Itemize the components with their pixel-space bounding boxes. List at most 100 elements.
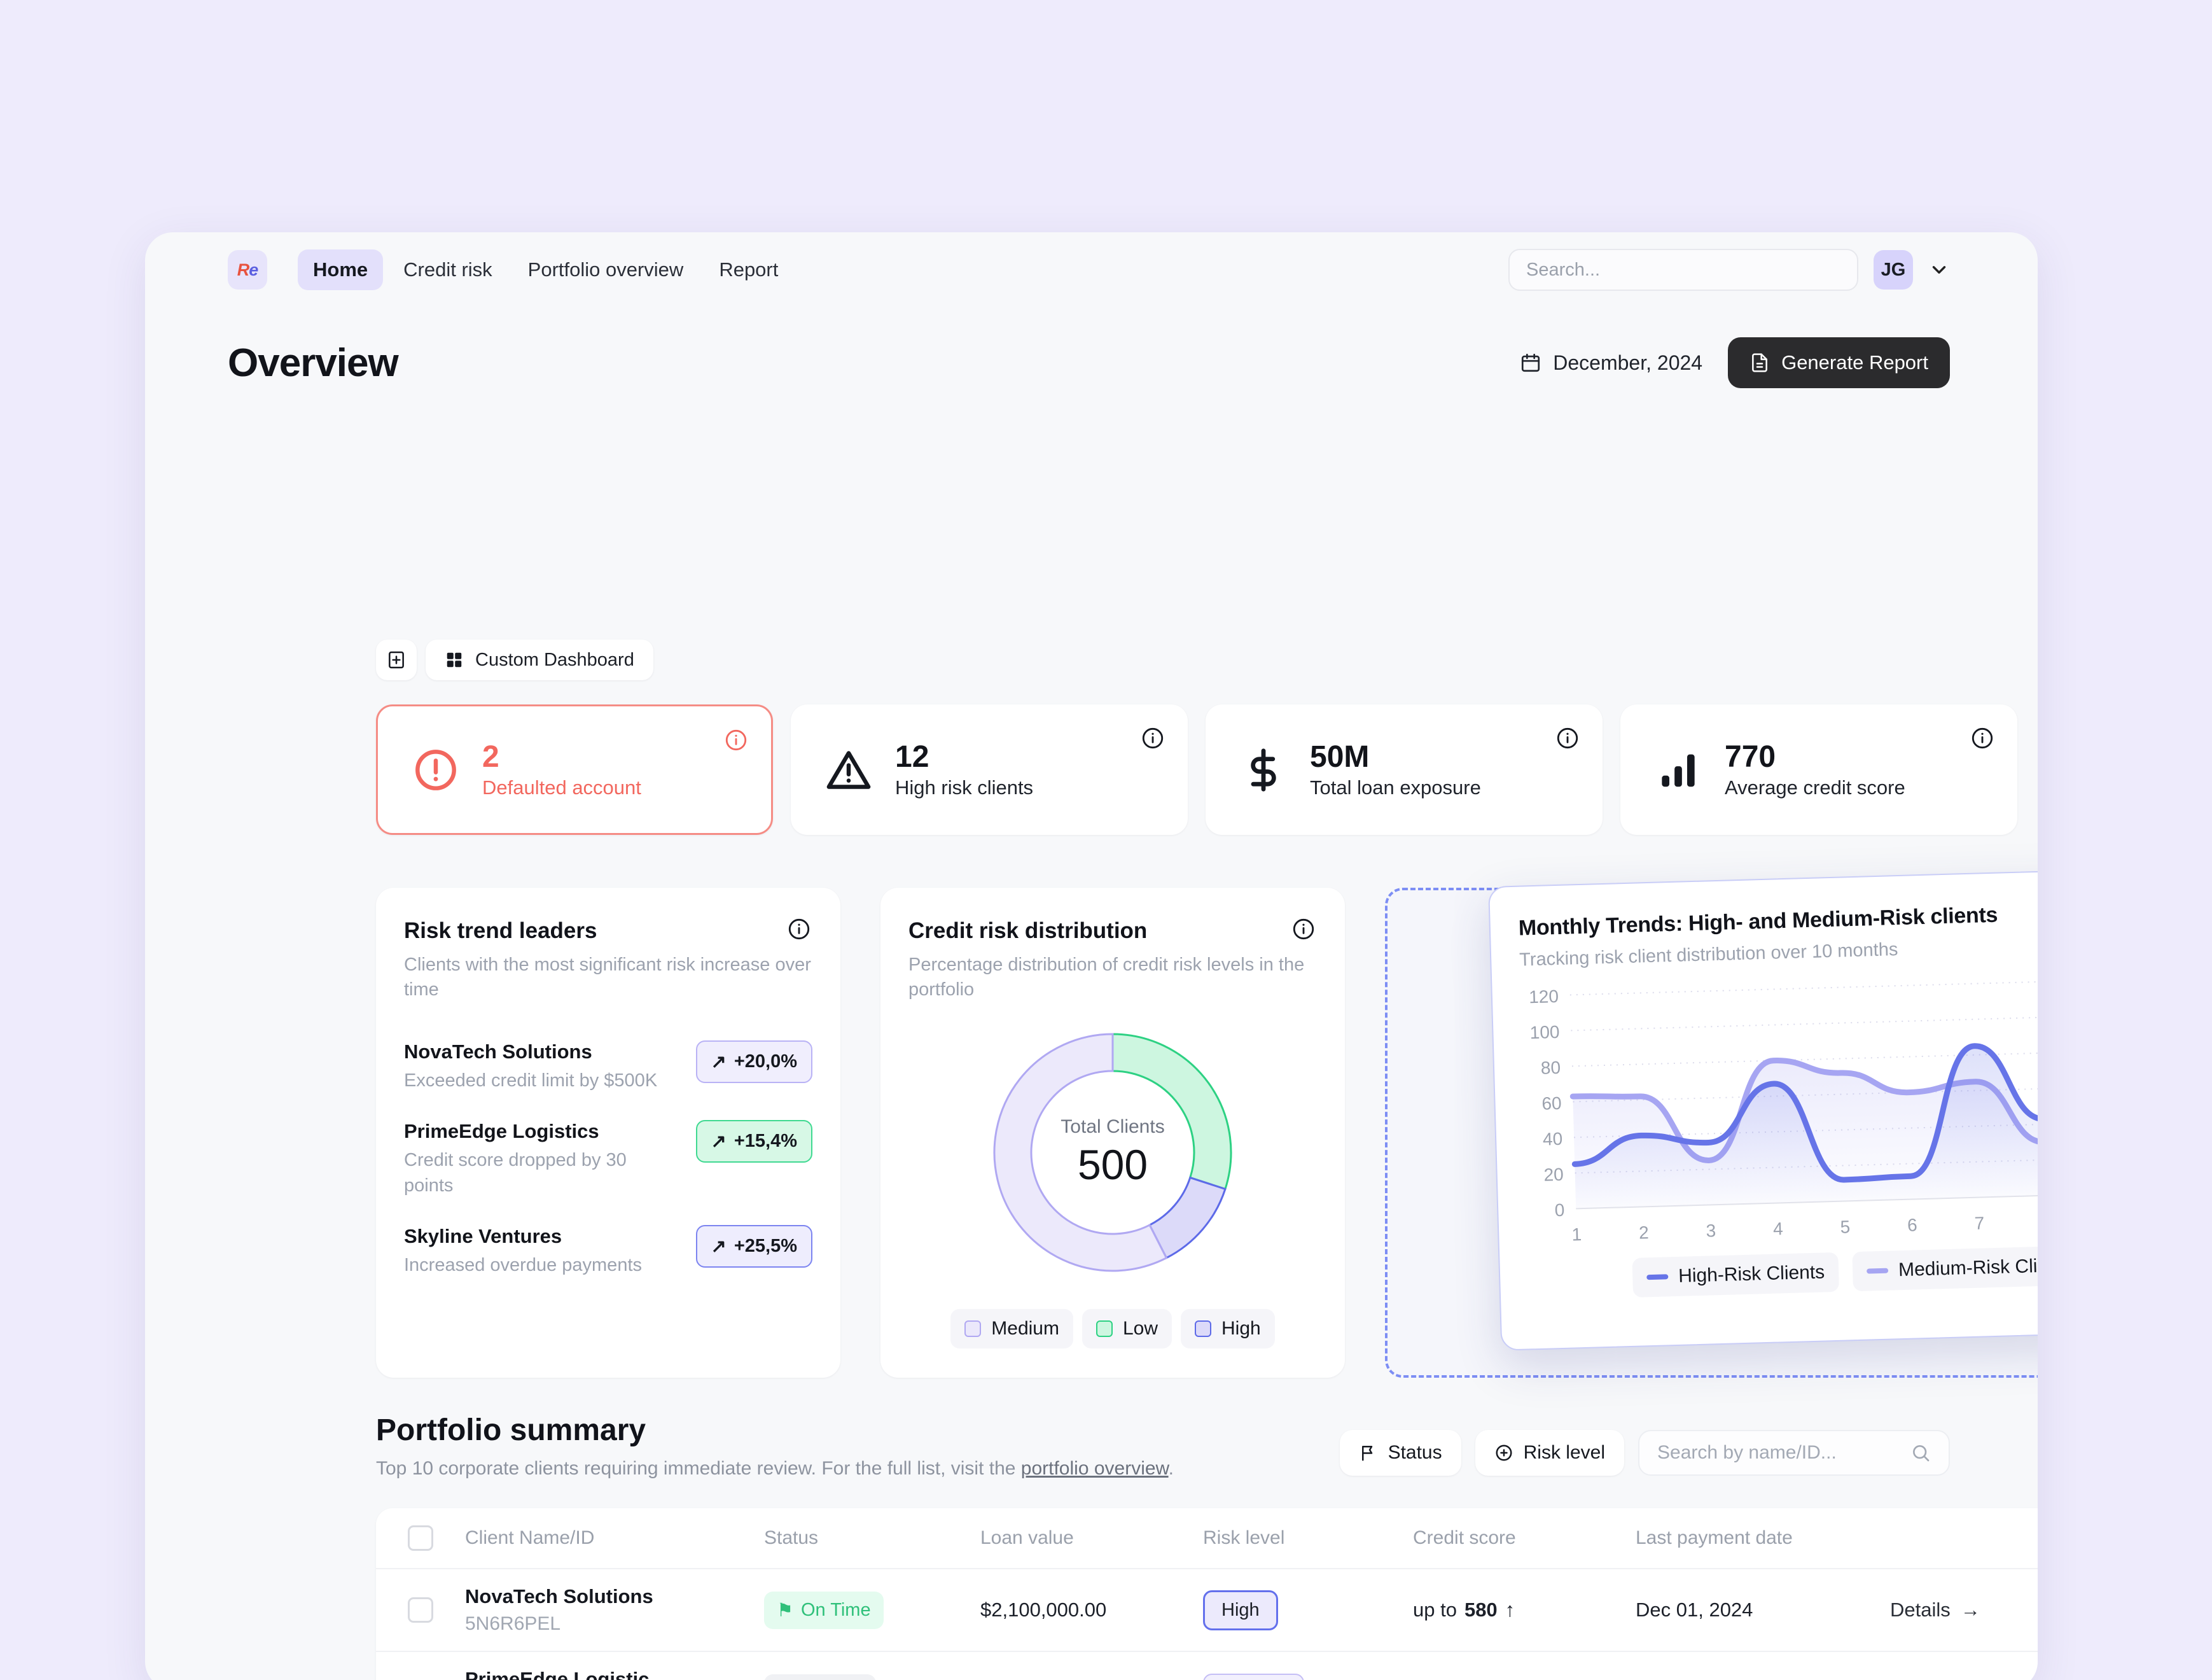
column-header-last-payment[interactable]: Last payment date — [1636, 1527, 1890, 1549]
nav-item-home[interactable]: Home — [298, 249, 384, 290]
risk-trend-list: NovaTech Solutions Exceeded credit limit… — [404, 1040, 812, 1278]
legend-item-high[interactable]: High — [1181, 1309, 1275, 1349]
kpi-label: Average credit score — [1725, 776, 1905, 799]
portfolio-overview-link[interactable]: portfolio overview — [1021, 1458, 1169, 1479]
list-item[interactable]: PrimeEdge Logistics Credit score dropped… — [404, 1120, 812, 1198]
list-item[interactable]: NovaTech Solutions Exceeded credit limit… — [404, 1040, 812, 1093]
bar-chart-icon — [1651, 748, 1706, 792]
info-icon[interactable] — [1141, 726, 1165, 750]
kpi-label: High risk clients — [895, 776, 1034, 799]
delta-badge: ↗ +15,4% — [695, 1120, 812, 1163]
loan-value: $2,100,000.00 — [980, 1599, 1107, 1621]
kpi-label: Total loan exposure — [1310, 776, 1481, 799]
x-axis-tick: 6 — [1907, 1215, 1917, 1235]
line-area-chart: 02040608010012012345678910 — [1520, 971, 2038, 1257]
table-row[interactable]: NovaTech Solutions 5N6R6PEL ⚑ On Time $2… — [376, 1569, 2038, 1652]
table-search-input[interactable]: Search by name/ID... — [1638, 1430, 1950, 1476]
kpi-card-total-loan-exposure[interactable]: 50M Total loan exposure — [1206, 704, 1603, 835]
risk-badge: Medium — [1203, 1673, 1305, 1680]
client-name: PrimeEdge Logistic — [465, 1668, 650, 1680]
x-axis-tick: 3 — [1706, 1221, 1716, 1240]
client-note: Exceeded credit limit by $500K — [404, 1070, 658, 1091]
app-logo[interactable]: Re — [228, 250, 267, 290]
search-icon — [1910, 1443, 1931, 1463]
table-row[interactable]: PrimeEdge Logistic 3XWS7W9L ⚑ Paid off $… — [376, 1652, 2038, 1680]
kpi-card-defaulted-account[interactable]: 2 Defaulted account — [376, 704, 773, 835]
risk-badge: High — [1203, 1590, 1278, 1630]
section-title: Portfolio summary — [376, 1413, 646, 1447]
legend-label: Medium-Risk Clients — [1898, 1254, 2038, 1281]
custom-dashboard-tab[interactable]: Custom Dashboard — [426, 640, 653, 680]
legend-label: Low — [1122, 1318, 1158, 1340]
info-icon[interactable] — [1970, 726, 1994, 750]
column-header-loan-value[interactable]: Loan value — [980, 1527, 1203, 1549]
list-item[interactable]: Skyline Ventures Increased overdue payme… — [404, 1224, 812, 1278]
column-header-client[interactable]: Client Name/ID — [465, 1527, 764, 1549]
nav-item-credit-risk[interactable]: Credit risk — [388, 249, 508, 290]
column-header-credit-score[interactable]: Credit score — [1413, 1527, 1636, 1549]
x-axis-tick: 2 — [1639, 1222, 1649, 1242]
screen-root: Re Home Credit risk Portfolio overview R… — [0, 0, 2212, 1680]
monthly-trends-card[interactable]: Monthly Trends: High- and Medium-Risk cl… — [1488, 866, 2038, 1351]
client-name: NovaTech Solutions — [404, 1040, 592, 1063]
status-cell: ⚑ On Time — [764, 1591, 980, 1629]
page-title: Overview — [228, 340, 399, 385]
plus-square-icon — [386, 650, 407, 670]
legend-item-low[interactable]: Low — [1082, 1309, 1172, 1349]
generate-report-button[interactable]: Generate Report — [1728, 337, 1950, 388]
page-header-actions: December, 2024 Generate Report — [1520, 337, 1950, 388]
table-search-placeholder: Search by name/ID... — [1657, 1442, 1837, 1463]
arrow-right-icon: → — [1960, 1599, 1980, 1621]
column-header-risk-level[interactable]: Risk level — [1203, 1527, 1413, 1549]
donut-center-label-group: Total Clients 500 — [985, 1025, 1240, 1280]
x-axis-tick: 1 — [1571, 1224, 1582, 1244]
select-all-checkbox[interactable] — [408, 1525, 433, 1551]
status-filter-label: Status — [1388, 1442, 1442, 1463]
donut-center-label: Total Clients — [1061, 1116, 1165, 1138]
info-icon[interactable] — [724, 728, 748, 752]
client-name: Skyline Ventures — [404, 1224, 562, 1247]
legend-item-high-risk[interactable]: High-Risk Clients — [1632, 1252, 1840, 1298]
alert-circle-icon — [408, 746, 463, 794]
kpi-card-average-credit-score[interactable]: 770 Average credit score — [1620, 704, 2017, 835]
status-filter-button[interactable]: Status — [1339, 1430, 1461, 1476]
legend-item-medium-risk[interactable]: Medium-Risk Clients — [1852, 1245, 2038, 1292]
global-search-input[interactable]: Search... — [1508, 249, 1858, 291]
trend-up-arrow-icon: ↗ — [711, 1052, 727, 1073]
kpi-card-high-risk-clients[interactable]: 12 High risk clients — [791, 704, 1188, 835]
chevron-down-icon[interactable] — [1928, 259, 1950, 281]
row-checkbox[interactable] — [408, 1597, 433, 1623]
legend-swatch-high — [1195, 1320, 1212, 1338]
info-icon[interactable] — [1291, 917, 1316, 941]
nav-item-portfolio-overview[interactable]: Portfolio overview — [513, 249, 699, 290]
date-selector[interactable]: December, 2024 — [1520, 351, 1702, 375]
risk-cell: High — [1203, 1590, 1413, 1630]
info-icon[interactable] — [787, 917, 811, 941]
arrow-up-icon: ↑ — [1505, 1599, 1515, 1621]
plus-circle-icon — [1494, 1443, 1513, 1462]
add-widget-button[interactable] — [376, 640, 417, 680]
subtitle-text: Top 10 corporate clients requiring immed… — [376, 1458, 1021, 1479]
details-link[interactable]: Details → — [1890, 1599, 1980, 1621]
avatar[interactable]: JG — [1874, 250, 1913, 290]
delta-value: +25,5% — [734, 1235, 797, 1256]
section-subtitle: Top 10 corporate clients requiring immed… — [376, 1458, 1174, 1480]
gridline — [1569, 977, 2038, 996]
legend-item-medium[interactable]: Medium — [950, 1309, 1073, 1349]
y-axis-tick: 40 — [1543, 1129, 1563, 1149]
details-cell[interactable]: Details → — [1890, 1599, 2038, 1621]
custom-dashboard-label: Custom Dashboard — [475, 649, 634, 670]
column-header-status[interactable]: Status — [764, 1527, 980, 1549]
info-icon[interactable] — [1555, 726, 1580, 750]
card-title: Credit risk distribution — [908, 918, 1148, 943]
nav-item-report[interactable]: Report — [704, 249, 793, 290]
legend-swatch-low — [1096, 1320, 1113, 1338]
select-all-checkbox-cell[interactable] — [376, 1525, 465, 1551]
y-axis-tick: 0 — [1554, 1200, 1564, 1220]
risk-level-filter-button[interactable]: Risk level — [1475, 1430, 1624, 1476]
row-checkbox-cell[interactable] — [376, 1597, 465, 1623]
donut-center-value: 500 — [1077, 1141, 1148, 1189]
donut-chart: Total Clients 500 — [985, 1025, 1240, 1280]
kpi-value: 50M — [1310, 739, 1370, 774]
flag-icon: ⚑ — [777, 1600, 793, 1621]
